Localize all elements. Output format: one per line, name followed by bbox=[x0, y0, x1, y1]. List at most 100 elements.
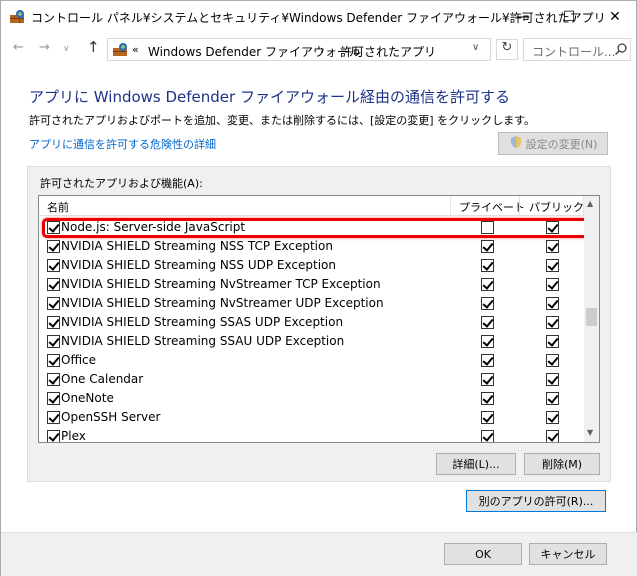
table-row[interactable]: NVIDIA SHIELD Streaming NSS TCP Exceptio… bbox=[39, 237, 584, 256]
enabled-checkbox[interactable] bbox=[47, 411, 60, 424]
page-description: 許可されたアプリおよびポートを追加、変更、または削除するには、[設定の変更] を… bbox=[29, 114, 535, 127]
app-name: OpenSSH Server bbox=[61, 410, 161, 424]
scrollbar-thumb[interactable] bbox=[586, 308, 597, 326]
enabled-checkbox[interactable] bbox=[47, 430, 60, 442]
list-header: 名前 プライベート パブリック bbox=[39, 196, 584, 216]
private-checkbox[interactable] bbox=[481, 392, 494, 405]
forward-button[interactable]: → bbox=[39, 40, 50, 55]
dialog-footer: OK キャンセル bbox=[1, 532, 637, 576]
app-name: NVIDIA SHIELD Streaming NSS TCP Exceptio… bbox=[61, 239, 333, 253]
scroll-up-icon[interactable]: ▲ bbox=[587, 199, 593, 208]
table-row[interactable]: OpenSSH Server bbox=[39, 408, 584, 427]
close-button[interactable]: ✕ bbox=[592, 1, 637, 33]
breadcrumb-allowed-apps[interactable]: 許可されたアプリ bbox=[340, 43, 436, 60]
public-checkbox[interactable] bbox=[546, 430, 559, 442]
vertical-scrollbar[interactable]: ▲ ▼ bbox=[584, 196, 599, 442]
enabled-checkbox[interactable] bbox=[47, 354, 60, 367]
group-title: 許可されたアプリおよび機能(A): bbox=[40, 177, 203, 190]
table-row[interactable]: Plex bbox=[39, 427, 584, 443]
table-row[interactable]: OneNote bbox=[39, 389, 584, 408]
enabled-checkbox[interactable] bbox=[47, 259, 60, 272]
column-header-public[interactable]: パブリック bbox=[529, 199, 584, 215]
private-checkbox[interactable] bbox=[481, 259, 494, 272]
breadcrumb-firewall[interactable]: Windows Defender ファイアウォール bbox=[148, 43, 361, 60]
private-checkbox[interactable] bbox=[481, 316, 494, 329]
app-name: NVIDIA SHIELD Streaming NvStreamer UDP E… bbox=[61, 296, 384, 310]
enabled-checkbox[interactable] bbox=[47, 316, 60, 329]
search-icon[interactable] bbox=[614, 42, 628, 59]
page-title: アプリに Windows Defender ファイアウォール経由の通信を許可する bbox=[29, 88, 510, 106]
public-checkbox[interactable] bbox=[546, 392, 559, 405]
risk-info-link[interactable]: アプリに通信を許可する危険性の詳細 bbox=[29, 136, 216, 152]
private-checkbox[interactable] bbox=[481, 297, 494, 310]
app-name: NVIDIA SHIELD Streaming NvStreamer TCP E… bbox=[61, 277, 381, 291]
app-name: NVIDIA SHIELD Streaming SSAU UDP Excepti… bbox=[61, 334, 345, 348]
private-checkbox[interactable] bbox=[481, 373, 494, 386]
public-checkbox[interactable] bbox=[546, 278, 559, 291]
private-checkbox[interactable] bbox=[481, 278, 494, 291]
enabled-checkbox[interactable] bbox=[47, 240, 60, 253]
main-content: アプリに Windows Defender ファイアウォール経由の通信を許可する… bbox=[0, 66, 637, 576]
public-checkbox[interactable] bbox=[546, 335, 559, 348]
public-checkbox[interactable] bbox=[546, 354, 559, 367]
shield-icon bbox=[509, 135, 523, 152]
column-divider[interactable] bbox=[519, 196, 520, 216]
table-row[interactable]: One Calendar bbox=[39, 370, 584, 389]
navigation-bar: ← → ∨ ↑ « Windows Defender ファイアウォール › 許可… bbox=[0, 32, 637, 66]
allow-another-app-button[interactable]: 別のアプリの許可(R)... bbox=[466, 490, 606, 512]
private-checkbox[interactable] bbox=[481, 411, 494, 424]
change-settings-label: 設定の変更(N) bbox=[525, 137, 598, 151]
column-header-name[interactable]: 名前 bbox=[47, 199, 69, 215]
refresh-button[interactable]: ↻ bbox=[496, 39, 518, 60]
minimize-button[interactable]: — bbox=[500, 1, 546, 33]
public-checkbox[interactable] bbox=[546, 297, 559, 310]
scroll-down-icon[interactable]: ▼ bbox=[587, 428, 593, 437]
remove-button[interactable]: 削除(M) bbox=[524, 453, 600, 475]
address-bar[interactable]: « Windows Defender ファイアウォール › 許可されたアプリ ∨ bbox=[107, 38, 491, 61]
allowed-apps-list[interactable]: 名前 プライベート パブリック Node.js: Server-side Jav… bbox=[38, 195, 600, 443]
address-dropdown-button[interactable]: ∨ bbox=[472, 42, 479, 53]
private-checkbox[interactable] bbox=[481, 354, 494, 367]
enabled-checkbox[interactable] bbox=[47, 335, 60, 348]
recent-locations-button[interactable]: ∨ bbox=[63, 44, 70, 54]
enabled-checkbox[interactable] bbox=[47, 373, 60, 386]
up-button[interactable]: ↑ bbox=[87, 38, 100, 56]
app-name: NVIDIA SHIELD Streaming SSAS UDP Excepti… bbox=[61, 315, 344, 329]
enabled-checkbox[interactable] bbox=[47, 297, 60, 310]
title-bar: コントロール パネル¥システムとセキュリティ¥Windows Defender … bbox=[0, 0, 637, 32]
allowed-apps-group: 許可されたアプリおよび機能(A): 名前 プライベート パブリック Node.j… bbox=[27, 166, 611, 482]
private-checkbox[interactable] bbox=[481, 335, 494, 348]
table-row[interactable]: NVIDIA SHIELD Streaming SSAS UDP Excepti… bbox=[39, 313, 584, 332]
table-row[interactable]: NVIDIA SHIELD Streaming NvStreamer TCP E… bbox=[39, 275, 584, 294]
app-name: One Calendar bbox=[61, 372, 144, 386]
enabled-checkbox[interactable] bbox=[47, 392, 60, 405]
public-checkbox[interactable] bbox=[546, 240, 559, 253]
search-placeholder: コントロール... bbox=[532, 45, 616, 59]
maximize-button[interactable]: ☐ bbox=[546, 1, 592, 33]
table-row[interactable]: Office bbox=[39, 351, 584, 370]
column-divider[interactable] bbox=[450, 196, 451, 216]
breadcrumb-overflow-icon[interactable]: « bbox=[132, 43, 139, 56]
table-row[interactable]: NVIDIA SHIELD Streaming SSAU UDP Excepti… bbox=[39, 332, 584, 351]
app-name: Office bbox=[61, 353, 97, 367]
column-header-private[interactable]: プライベート bbox=[459, 199, 525, 215]
private-checkbox[interactable] bbox=[481, 430, 494, 442]
public-checkbox[interactable] bbox=[546, 316, 559, 329]
app-name: Plex bbox=[61, 429, 86, 443]
back-button[interactable]: ← bbox=[13, 40, 24, 55]
details-button[interactable]: 詳細(L)... bbox=[436, 453, 516, 475]
chevron-right-icon[interactable]: › bbox=[320, 43, 324, 56]
ok-button[interactable]: OK bbox=[444, 543, 522, 565]
public-checkbox[interactable] bbox=[546, 373, 559, 386]
public-checkbox[interactable] bbox=[546, 411, 559, 424]
private-checkbox[interactable] bbox=[481, 240, 494, 253]
search-input[interactable]: コントロール... bbox=[523, 38, 631, 61]
app-name: NVIDIA SHIELD Streaming NSS UDP Exceptio… bbox=[61, 258, 336, 272]
enabled-checkbox[interactable] bbox=[47, 278, 60, 291]
public-checkbox[interactable] bbox=[546, 259, 559, 272]
table-row[interactable]: NVIDIA SHIELD Streaming NvStreamer UDP E… bbox=[39, 294, 584, 313]
change-settings-button[interactable]: 設定の変更(N) bbox=[498, 132, 608, 155]
cancel-button[interactable]: キャンセル bbox=[529, 543, 607, 565]
table-row[interactable]: NVIDIA SHIELD Streaming NSS UDP Exceptio… bbox=[39, 256, 584, 275]
app-name: OneNote bbox=[61, 391, 114, 405]
